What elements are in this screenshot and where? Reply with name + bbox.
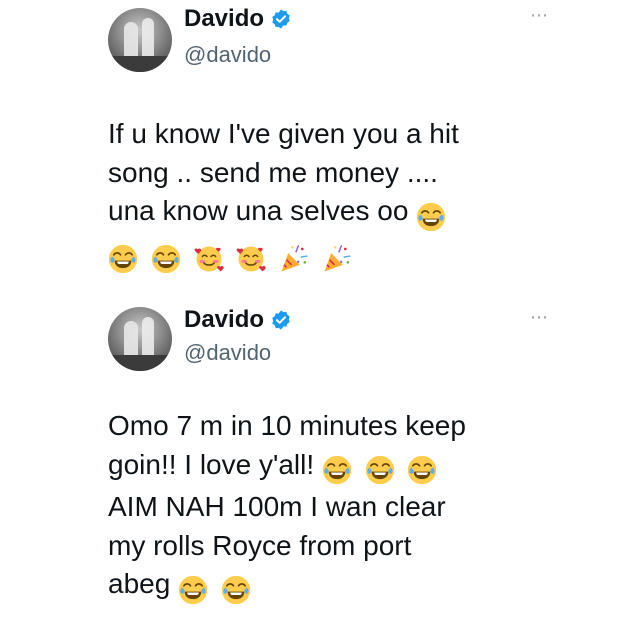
joy-emoji-icon (221, 575, 251, 604)
joy-emoji-icon (178, 575, 208, 604)
emoji-run (416, 196, 451, 235)
tweet-line: If u know I've given you a hit (108, 118, 459, 149)
tweet-line: goin!! I love y'all! (108, 446, 608, 489)
joy-emoji-icon (365, 455, 394, 485)
tweet-text: If u know I've given you a hit song .. s… (108, 115, 608, 277)
party-popper-emoji-icon (281, 245, 308, 272)
tweet-line: my rolls Royce from port (108, 529, 412, 561)
emoji-run (178, 569, 256, 608)
joy-emoji-icon (417, 202, 446, 231)
author-name[interactable]: Davido (184, 305, 264, 335)
more-options-icon[interactable]: ⋯ (530, 308, 548, 326)
tweet-line-text: una know una selves oo (108, 195, 409, 226)
joy-emoji-icon (151, 244, 180, 274)
author-name[interactable]: Davido (184, 4, 264, 34)
tweet-line: Omo 7 m in 10 minutes keep (108, 410, 466, 441)
verified-badge-icon (272, 310, 290, 330)
tweet-line: AIM NAH 100m I wan clear (108, 491, 446, 522)
joy-emoji-icon (108, 244, 138, 274)
joy-emoji-icon (408, 455, 437, 485)
party-popper-emoji-icon (324, 245, 351, 272)
smiling-hearts-emoji-icon (236, 246, 267, 272)
author-handle[interactable]: @davido (184, 339, 271, 367)
verified-badge-icon (272, 9, 290, 29)
joy-emoji-icon (322, 455, 352, 485)
tweet-line: song .. send me money .... (108, 156, 438, 188)
tweet-line: abeg (108, 565, 608, 608)
author-handle[interactable]: @davido (184, 41, 271, 69)
emoji-line (108, 235, 608, 278)
tweet-line-text: abeg (108, 568, 171, 599)
smiling-hearts-emoji-icon (194, 246, 224, 272)
more-options-icon[interactable]: ⋯ (530, 6, 548, 24)
tweet-card[interactable]: Davido @davido ⋯ If u know I've given yo… (0, 0, 633, 292)
avatar[interactable] (108, 307, 172, 371)
tweet-line-text: goin!! I love y'all! (108, 448, 315, 480)
tweet-card[interactable]: Davido @davido ⋯ Omo 7 m in 10 minutes k… (0, 292, 633, 635)
tweet-line: una know una selves oo (108, 192, 608, 235)
emoji-run (322, 450, 443, 489)
avatar[interactable] (108, 8, 172, 72)
tweet-text: Omo 7 m in 10 minutes keep goin!! I love… (108, 407, 608, 608)
